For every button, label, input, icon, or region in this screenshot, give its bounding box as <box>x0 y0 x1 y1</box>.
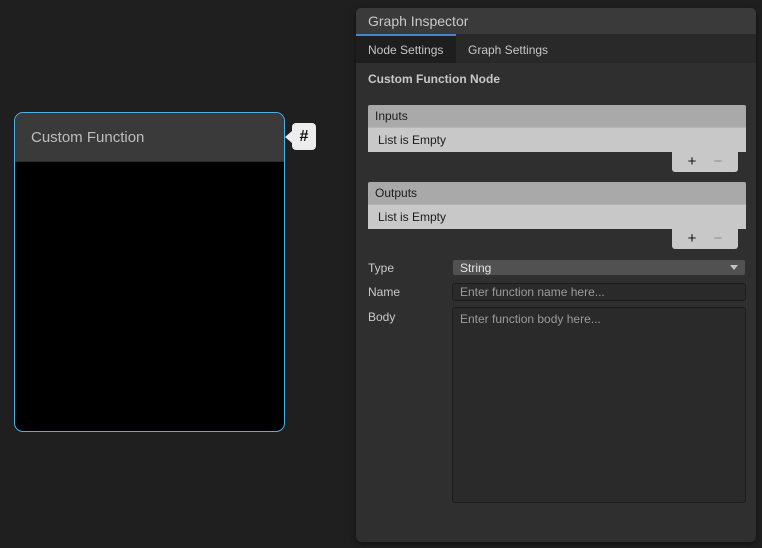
body-field-row: Body <box>368 307 746 503</box>
outputs-add-button[interactable]: + <box>679 229 705 249</box>
type-label: Type <box>368 261 452 275</box>
outputs-list-header-label: Outputs <box>375 186 417 200</box>
name-field-row: Name <box>368 283 746 301</box>
inspector-content: Custom Function Node Inputs List is Empt… <box>356 72 756 503</box>
type-dropdown-value: String <box>460 261 491 275</box>
function-name-input[interactable] <box>452 283 746 301</box>
outputs-list-footer-row: + − <box>368 229 746 249</box>
name-label: Name <box>368 285 452 299</box>
inputs-list: Inputs List is Empty + − <box>368 105 746 172</box>
tab-node-settings[interactable]: Node Settings <box>356 34 456 63</box>
function-body-textarea[interactable] <box>452 307 746 503</box>
inputs-list-header: Inputs <box>368 105 746 127</box>
inputs-list-footer: + − <box>672 152 738 172</box>
outputs-list-header: Outputs <box>368 182 746 204</box>
outputs-empty-label: List is Empty <box>378 210 446 224</box>
tab-graph-settings-label: Graph Settings <box>468 43 548 57</box>
badge-tail-pointer-icon <box>285 131 292 143</box>
tab-node-settings-label: Node Settings <box>368 43 443 57</box>
inspector-header[interactable]: Graph Inspector <box>356 8 756 34</box>
tab-graph-settings[interactable]: Graph Settings <box>456 34 560 63</box>
node-hash-badge-button[interactable]: # <box>292 123 316 150</box>
inputs-list-header-label: Inputs <box>375 109 408 123</box>
inputs-list-footer-row: + − <box>368 152 746 172</box>
body-label: Body <box>368 310 452 324</box>
hash-icon: # <box>300 128 309 146</box>
inputs-add-button[interactable]: + <box>679 152 705 172</box>
outputs-list-footer: + − <box>672 229 738 249</box>
dropdown-arrow-icon <box>730 265 738 270</box>
node-title: Custom Function <box>31 129 144 146</box>
inspector-tab-bar: Node Settings Graph Settings <box>356 34 756 63</box>
type-dropdown[interactable]: String <box>452 259 746 276</box>
inputs-empty-label: List is Empty <box>378 133 446 147</box>
custom-function-node[interactable]: Custom Function <box>14 112 285 432</box>
inputs-list-empty-row: List is Empty <box>368 127 746 152</box>
type-field-row: Type String <box>368 259 746 276</box>
outputs-list-empty-row: List is Empty <box>368 204 746 229</box>
outputs-list: Outputs List is Empty + − <box>368 182 746 249</box>
section-title: Custom Function Node <box>368 72 746 86</box>
graph-inspector-panel: Graph Inspector Node Settings Graph Sett… <box>356 8 756 542</box>
node-title-bar[interactable]: Custom Function <box>15 113 284 162</box>
outputs-remove-button[interactable]: − <box>705 229 731 249</box>
inspector-title: Graph Inspector <box>368 13 468 29</box>
inputs-remove-button[interactable]: − <box>705 152 731 172</box>
